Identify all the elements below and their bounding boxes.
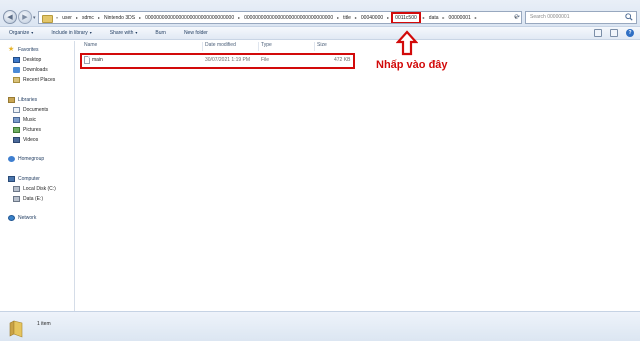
nav-network[interactable]: Network bbox=[8, 214, 36, 222]
nav-desktop[interactable]: Desktop bbox=[13, 56, 41, 64]
nav-videos[interactable]: Videos bbox=[13, 136, 38, 144]
nav-label: Documents bbox=[23, 107, 49, 113]
column-divider[interactable] bbox=[202, 42, 203, 51]
nav-pictures[interactable]: Pictures bbox=[13, 126, 41, 134]
refresh-icon[interactable]: ⟳ bbox=[512, 11, 522, 24]
nav-recent-places[interactable]: Recent Places bbox=[13, 76, 55, 84]
documents-icon bbox=[13, 107, 20, 113]
nav-label: Libraries bbox=[18, 97, 38, 103]
breadcrumb-item[interactable]: 00000000000000000000000000000000 bbox=[143, 15, 236, 21]
folder-icon bbox=[42, 14, 53, 23]
nav-label: Recent Places bbox=[23, 77, 56, 83]
back-arrow-icon: ◀ bbox=[7, 14, 13, 21]
file-name[interactable]: main bbox=[92, 57, 103, 63]
breadcrumb-item[interactable]: data bbox=[427, 15, 441, 21]
nav-label: Network bbox=[18, 215, 37, 221]
downloads-icon bbox=[13, 67, 20, 73]
nav-label: Computer bbox=[18, 176, 40, 182]
breadcrumb-item[interactable]: 00000000000000000000000000000000 bbox=[242, 15, 335, 21]
nav-libraries[interactable]: Libraries bbox=[8, 96, 37, 104]
nav-label: Homegroup bbox=[18, 156, 45, 162]
nav-label: Music bbox=[23, 117, 37, 123]
file-date-modified: 30/07/2021 1:19 PM bbox=[205, 57, 251, 63]
preview-pane-icon[interactable] bbox=[610, 29, 618, 37]
share-label: Share with bbox=[109, 30, 134, 36]
item-count: 1 item bbox=[37, 321, 51, 327]
nav-label: Data (E:) bbox=[23, 196, 44, 202]
nav-local-disk[interactable]: Local Disk (C:) bbox=[13, 185, 56, 193]
breadcrumb-item[interactable]: sdmc bbox=[80, 15, 96, 21]
file-size: 472 KB bbox=[334, 57, 351, 63]
breadcrumb-item-highlighted[interactable]: 0011c500 bbox=[391, 12, 421, 23]
nav-label: Local Disk (C:) bbox=[23, 186, 56, 192]
homegroup-icon bbox=[8, 156, 15, 162]
chevron-down-icon: ▾ bbox=[89, 30, 92, 35]
nav-music[interactable]: Music bbox=[13, 116, 36, 124]
folder-icon bbox=[9, 320, 23, 338]
address-bar-region: ◀ ▶ ▾ « user ▸ sdmc ▸ Nintendo 3DS ▸ 000000000… bbox=[0, 0, 640, 27]
drive-icon bbox=[13, 196, 20, 202]
breadcrumb-item[interactable]: 00000001 bbox=[447, 15, 473, 21]
share-with-button[interactable]: Share with ▾ bbox=[110, 30, 138, 36]
burn-button[interactable]: Burn bbox=[155, 30, 166, 36]
annotation-text: Nhấp vào đây bbox=[376, 59, 448, 71]
forward-arrow-icon: ▶ bbox=[22, 14, 28, 21]
explorer-window: ◀ ▶ ▾ « user ▸ sdmc ▸ Nintendo 3DS ▸ 000000000… bbox=[0, 0, 640, 341]
help-icon[interactable]: ? bbox=[626, 29, 634, 37]
column-header-name[interactable]: Name bbox=[84, 42, 97, 51]
nav-label: Pictures bbox=[23, 127, 42, 133]
nav-documents[interactable]: Documents bbox=[13, 106, 48, 114]
nav-label: Favorites bbox=[18, 47, 39, 53]
star-icon: ★ bbox=[8, 46, 15, 53]
computer-icon bbox=[8, 176, 15, 182]
chevron-down-icon: ▾ bbox=[135, 30, 138, 35]
nav-data-drive[interactable]: Data (E:) bbox=[13, 195, 43, 203]
forward-button[interactable]: ▶ bbox=[18, 10, 32, 24]
back-button[interactable]: ◀ bbox=[3, 10, 17, 24]
breadcrumb-separator-icon[interactable]: ▸ bbox=[473, 15, 479, 20]
search-placeholder: Search 00000001 bbox=[530, 14, 570, 20]
organize-label: Organize bbox=[9, 30, 30, 36]
search-icon[interactable] bbox=[625, 13, 633, 21]
desktop-icon bbox=[13, 57, 20, 63]
up-arrow-icon bbox=[396, 30, 418, 56]
column-header-date[interactable]: Date modified bbox=[205, 42, 236, 51]
nav-favorites[interactable]: ★ Favorites bbox=[8, 46, 39, 54]
nav-label: Desktop bbox=[23, 57, 42, 63]
status-bar: 1 item bbox=[0, 311, 640, 341]
breadcrumb-item[interactable]: 00040000 bbox=[359, 15, 385, 21]
music-icon bbox=[13, 117, 20, 123]
nav-downloads[interactable]: Downloads bbox=[13, 66, 48, 74]
breadcrumb[interactable]: « user ▸ sdmc ▸ Nintendo 3DS ▸ 000000000000000… bbox=[38, 11, 522, 24]
recent-pages-dropdown-icon[interactable]: ▾ bbox=[33, 15, 36, 21]
pictures-icon bbox=[13, 127, 20, 133]
view-options-icon[interactable] bbox=[594, 29, 602, 37]
breadcrumb-item[interactable]: Nintendo 3DS bbox=[102, 15, 137, 21]
network-icon bbox=[8, 215, 15, 221]
column-header-size[interactable]: Size bbox=[317, 42, 327, 51]
new-folder-button[interactable]: New folder bbox=[184, 30, 208, 36]
column-header-type[interactable]: Type bbox=[261, 42, 272, 51]
nav-homegroup[interactable]: Homegroup bbox=[8, 155, 44, 163]
column-divider[interactable] bbox=[314, 42, 315, 51]
breadcrumb-item[interactable]: user bbox=[60, 15, 74, 21]
libraries-icon bbox=[8, 97, 15, 103]
organize-button[interactable]: Organize ▾ bbox=[9, 30, 33, 36]
nav-computer[interactable]: Computer bbox=[8, 175, 40, 183]
nav-label: Videos bbox=[23, 137, 39, 143]
breadcrumb-item[interactable]: title bbox=[341, 15, 353, 21]
drive-icon bbox=[13, 186, 20, 192]
file-type: File bbox=[261, 57, 270, 63]
nav-label: Downloads bbox=[23, 67, 48, 73]
navigation-pane: ★ Favorites Desktop Downloads Recent Plac… bbox=[0, 41, 75, 311]
search-input[interactable]: Search 00000001 bbox=[525, 11, 637, 24]
include-label: Include in library bbox=[51, 30, 88, 36]
include-in-library-button[interactable]: Include in library ▾ bbox=[51, 30, 91, 36]
videos-icon bbox=[13, 137, 20, 143]
command-bar: Organize ▾ Include in library ▾ Share with… bbox=[0, 27, 640, 40]
recent-places-icon bbox=[13, 77, 20, 83]
column-divider[interactable] bbox=[258, 42, 259, 51]
chevron-down-icon: ▾ bbox=[31, 30, 34, 35]
file-icon bbox=[84, 56, 90, 64]
